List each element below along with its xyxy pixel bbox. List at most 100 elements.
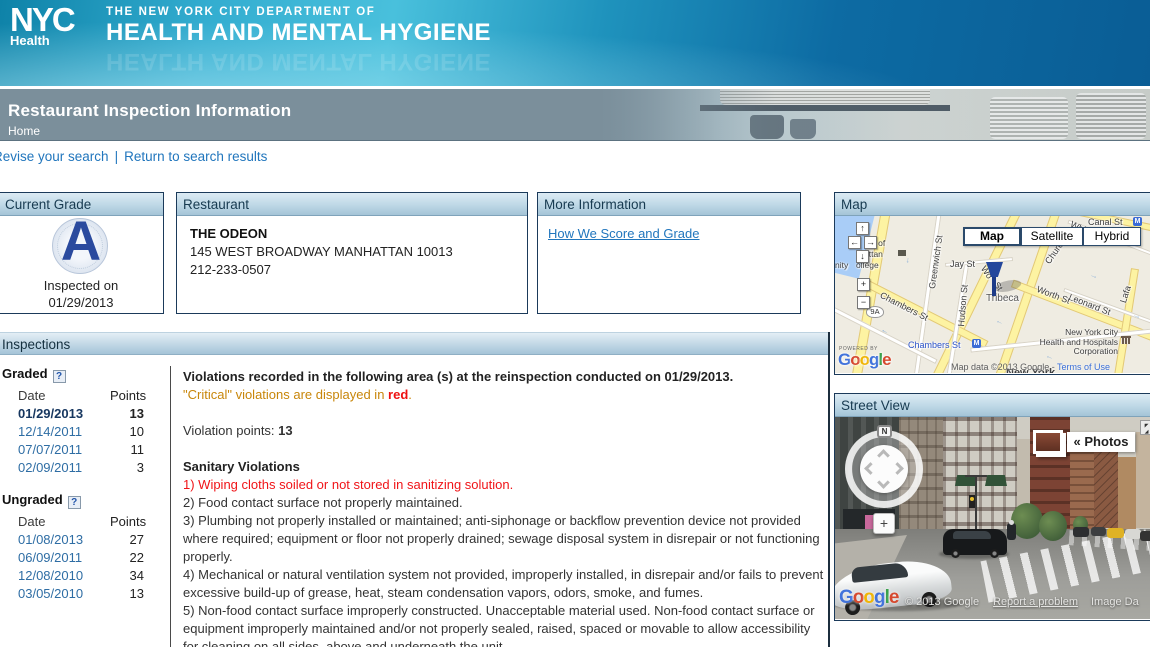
restaurant-phone: 212-233-0507: [190, 262, 271, 277]
table-row: 03/05/201013: [2, 585, 162, 603]
inspection-date-link[interactable]: 01/08/2013: [18, 532, 83, 547]
sv-scooter: [1007, 523, 1016, 540]
table-row: 07/07/201111: [2, 441, 162, 459]
sv-parked-car: [1091, 527, 1106, 536]
one-way-arrow-icon: →: [904, 256, 914, 265]
sv-building: [1094, 442, 1118, 528]
ungraded-label: Ungraded?: [2, 492, 162, 509]
inspections-header: Inspections: [0, 332, 829, 355]
table-header-row: DatePoints: [2, 513, 162, 531]
violations-detail: Violations recorded in the following are…: [183, 368, 828, 647]
sv-building: [1118, 457, 1136, 529]
inspection-date-link[interactable]: 07/07/2011: [18, 442, 82, 457]
grade-letter: A: [0, 210, 163, 272]
department-line2: HEALTH AND MENTAL HYGIENE: [106, 19, 491, 47]
sv-copyright: © 2013 Google: [905, 596, 979, 608]
google-logo[interactable]: Google: [838, 350, 891, 370]
violation-item: 2) Food contact surface not properly mai…: [183, 494, 828, 512]
how-we-score-link[interactable]: How We Score and Grade: [548, 226, 700, 241]
violation-item: 1) Wiping cloths soiled or not stored in…: [183, 476, 828, 494]
map-label: Canal St: [1088, 217, 1123, 227]
street-view-viewport[interactable]: N + « Photos ◤◢ Google © 2013 Google Rep…: [835, 417, 1150, 619]
terms-of-use-link[interactable]: Terms of Use: [1057, 362, 1110, 372]
revise-search-link[interactable]: Revise your search: [0, 149, 109, 164]
return-results-link[interactable]: Return to search results: [124, 149, 267, 164]
violation-item: 5) Non-food contact surface improperly c…: [183, 602, 828, 647]
sv-car: [943, 529, 1007, 555]
inspection-date-link[interactable]: 01/29/2013: [18, 406, 83, 421]
expand-icon[interactable]: ◤◢: [1140, 420, 1150, 435]
inspected-on-date: 01/29/2013: [0, 295, 163, 310]
sv-building: [943, 417, 1017, 543]
restaurant-panel: Restaurant THE ODEON 145 WEST BROADWAY M…: [176, 192, 528, 314]
department-title: THE NEW YORK CITY DEPARTMENT OF HEALTH A…: [106, 6, 491, 47]
page-title: Restaurant Inspection Information: [8, 101, 291, 121]
map-label: Greenwich St: [927, 234, 944, 289]
help-icon[interactable]: ?: [68, 496, 81, 509]
table-row: 01/29/201313: [2, 405, 162, 423]
inspection-date-link[interactable]: 02/09/2011: [18, 460, 82, 475]
sv-image-credit: Image Da: [1091, 596, 1139, 608]
department-title-reflection: HEALTH AND MENTAL HYGIENE: [106, 47, 491, 75]
google-logo[interactable]: Google: [839, 587, 898, 609]
sv-awning: [985, 475, 1007, 486]
table-row: 01/08/201327: [2, 531, 162, 549]
map-label: Chambers St: [908, 340, 961, 350]
more-information-panel: More Information How We Score and Grade: [537, 192, 801, 314]
photos-button[interactable]: « Photos: [1067, 432, 1135, 452]
nyc-health-logo[interactable]: NYC Health: [10, 4, 74, 48]
map-type-hybrid-button[interactable]: Hybrid: [1083, 227, 1141, 246]
ungraded-inspections-table: Ungraded? DatePoints 01/08/201327 06/09/…: [2, 492, 162, 603]
google-map[interactable]: → → → → → → Canal St M White St Church S…: [835, 216, 1150, 373]
site-header: NYC Health THE NEW YORK CITY DEPARTMENT …: [0, 0, 1150, 86]
streetview-zoom-in-button[interactable]: +: [873, 513, 895, 534]
table-row: 12/08/201034: [2, 567, 162, 585]
map-poi-label: New York City Health and Hospitals Corpo…: [980, 328, 1118, 357]
help-icon[interactable]: ?: [53, 370, 66, 383]
inspection-date-link[interactable]: 03/05/2010: [18, 586, 83, 601]
violation-item: 3) Plumbing not properly installed or ma…: [183, 512, 828, 566]
table-header-row: DatePoints: [2, 387, 162, 405]
inspections-right-border: [828, 332, 830, 647]
column-divider: [170, 366, 171, 647]
sv-taxi: [1107, 528, 1124, 538]
critical-note: "Critical" violations are displayed in r…: [183, 386, 828, 404]
map-panel: Map → → → → → → Canal St: [834, 192, 1150, 375]
page: NYC Health THE NEW YORK CITY DEPARTMENT …: [0, 0, 1150, 647]
inspection-date-link[interactable]: 12/08/2010: [18, 568, 83, 583]
inspection-date-link[interactable]: 06/09/2011: [18, 550, 82, 565]
street-view-header: Street View: [835, 394, 1150, 417]
compass-north-badge[interactable]: N: [877, 425, 892, 438]
sv-pole: [965, 475, 987, 477]
sv-parked-car: [1073, 527, 1089, 537]
map-type-satellite-button[interactable]: Satellite: [1021, 227, 1083, 246]
map-label: Tribeca: [986, 293, 1019, 304]
page-banner: Restaurant Inspection Information Home: [0, 89, 1150, 141]
map-pan-left-button[interactable]: ←: [848, 236, 861, 249]
map-pan-right-button[interactable]: →: [864, 236, 877, 249]
photos-thumbnail[interactable]: [1033, 430, 1063, 454]
map-type-map-button[interactable]: Map: [963, 227, 1021, 246]
map-pan-down-button[interactable]: ↓: [856, 250, 869, 263]
inspection-date-link[interactable]: 12/14/2011: [18, 424, 82, 439]
map-pan-up-button[interactable]: ↑: [856, 222, 869, 235]
building-icon: [1121, 336, 1131, 344]
map-zoom-out-button[interactable]: −: [857, 296, 870, 309]
report-problem-link[interactable]: Report a problem: [993, 596, 1078, 608]
violation-item: 4) Mechanical or natural ventilation sys…: [183, 566, 828, 602]
map-attribution: Map data ©2013 Google - Terms of Use: [951, 362, 1110, 372]
restaurant-name: THE ODEON: [190, 226, 267, 241]
violation-points: Violation points: 13: [183, 422, 828, 440]
violations-heading: Violations recorded in the following are…: [183, 368, 828, 386]
map-pin: [992, 275, 996, 296]
restaurant-address: 145 WEST BROADWAY MANHATTAN 10013: [190, 244, 453, 259]
table-row: 06/09/201122: [2, 549, 162, 567]
map-zoom-in-button[interactable]: +: [857, 278, 870, 291]
restaurant-header: Restaurant: [177, 193, 527, 216]
map-label: Jay St: [950, 259, 975, 269]
streetview-pan-wheel[interactable]: N: [845, 430, 923, 508]
breadcrumb-links: Revise your search|Return to search resu…: [0, 149, 267, 164]
school-icon: [898, 250, 906, 256]
graded-label: Graded?: [2, 366, 162, 383]
home-link[interactable]: Home: [8, 124, 40, 138]
